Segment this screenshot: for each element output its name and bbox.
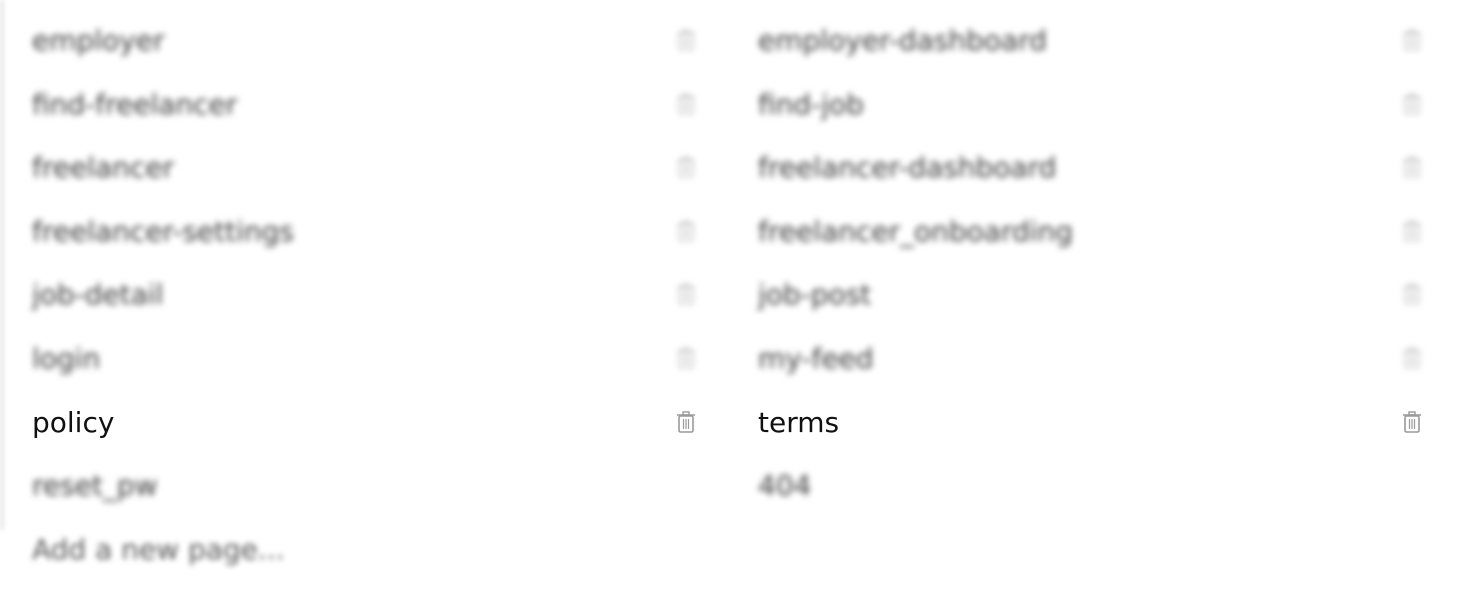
page-name: job-detail	[32, 278, 164, 312]
trash-icon[interactable]	[1402, 347, 1422, 369]
page-name: job-post	[758, 278, 872, 312]
page-row: reset_pw 404	[0, 455, 1482, 519]
trash-icon[interactable]	[1402, 410, 1422, 433]
trash-icon[interactable]	[676, 410, 696, 433]
page-name: freelancer_onboarding	[758, 214, 1074, 248]
trash-icon[interactable]	[1402, 283, 1422, 306]
trash-icon[interactable]	[676, 29, 696, 51]
page-item[interactable]: find-job	[726, 74, 1452, 138]
page-name: my-feed	[758, 341, 874, 375]
trash-icon[interactable]	[1402, 92, 1422, 115]
page-row: freelancer-settings freelancer_onboardin…	[0, 201, 1482, 265]
page-row: employer employer-dashboard	[0, 10, 1482, 74]
page-name: policy	[32, 405, 115, 439]
page-item[interactable]: my-feed	[726, 328, 1452, 392]
trash-icon[interactable]	[676, 283, 696, 306]
page-item[interactable]: employer	[0, 10, 725, 74]
page-row: job-detail job-post	[0, 264, 1482, 328]
page-item[interactable]: 404	[726, 455, 1452, 519]
page-row: freelancer freelancer-dashboard	[0, 137, 1482, 201]
add-page-label: Add a new page...	[32, 532, 285, 566]
page-name: freelancer	[32, 151, 175, 185]
trash-icon[interactable]	[676, 347, 696, 369]
page-row: login my-feed	[0, 328, 1482, 392]
page-name: login	[32, 341, 101, 375]
add-page-button[interactable]: Add a new page...	[0, 519, 725, 583]
page-name: find-job	[758, 87, 864, 121]
page-name: employer	[32, 24, 165, 57]
page-item[interactable]: login	[0, 328, 725, 392]
page-list: employer employer-dashboard find-freelan…	[0, 10, 1482, 582]
trash-icon[interactable]	[676, 156, 696, 178]
page-name: reset_pw	[32, 469, 158, 503]
trash-icon[interactable]	[1402, 156, 1422, 178]
page-row: policy terms	[0, 392, 1482, 456]
trash-icon[interactable]	[676, 92, 696, 115]
page-name: freelancer-settings	[32, 214, 294, 248]
trash-icon[interactable]	[1402, 29, 1422, 51]
page-item[interactable]: freelancer	[0, 137, 725, 201]
page-name: freelancer-dashboard	[758, 151, 1057, 185]
page-item[interactable]: freelancer-settings	[0, 201, 725, 265]
page-name: find-freelancer	[32, 87, 238, 121]
page-row: find-freelancer find-job	[0, 74, 1482, 138]
page-item[interactable]: find-freelancer	[0, 74, 725, 138]
page-item-terms[interactable]: terms	[726, 392, 1452, 456]
page-item[interactable]: job-post	[726, 264, 1452, 328]
add-page-row: Add a new page...	[0, 519, 1482, 583]
page-name: employer-dashboard	[758, 24, 1047, 57]
trash-icon[interactable]	[1402, 220, 1422, 242]
page-item[interactable]: employer-dashboard	[726, 10, 1452, 74]
page-item[interactable]: freelancer-dashboard	[726, 137, 1452, 201]
trash-icon[interactable]	[676, 220, 696, 242]
page-item-policy[interactable]: policy	[0, 392, 725, 456]
page-name: terms	[758, 405, 840, 439]
page-item[interactable]: job-detail	[0, 264, 725, 328]
page-name: 404	[758, 469, 812, 503]
page-item[interactable]: reset_pw	[0, 455, 725, 519]
page-item[interactable]: freelancer_onboarding	[726, 201, 1452, 265]
